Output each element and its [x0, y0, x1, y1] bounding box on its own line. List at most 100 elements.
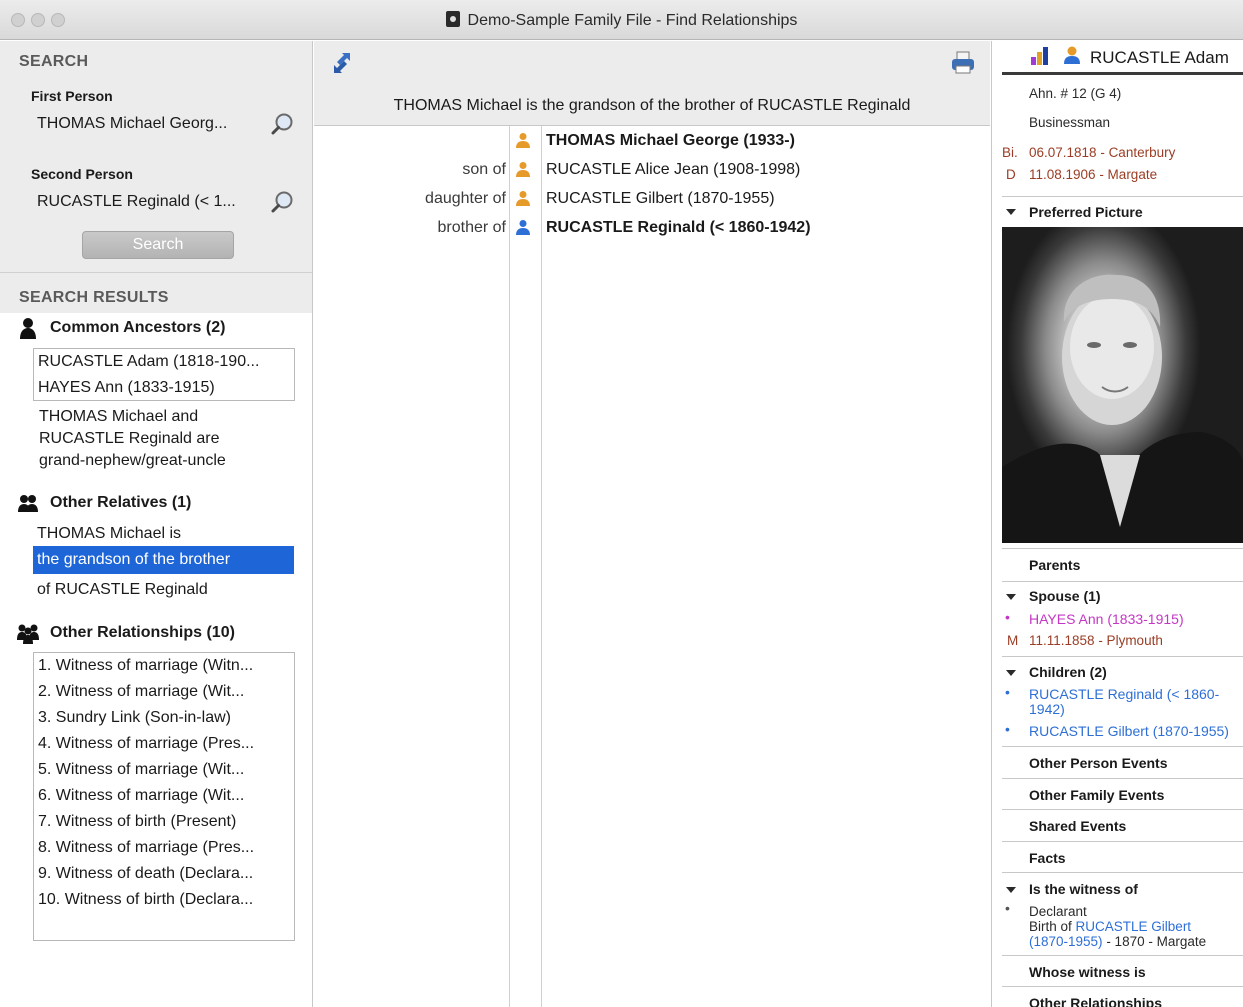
other-relationships-section[interactable]: Other Relationships — [1002, 986, 1243, 1007]
list-item[interactable]: 6. Witness of marriage (Wit... — [34, 783, 294, 809]
chain-person-name[interactable]: RUCASTLE Reginald (< 1860-1942) — [546, 213, 811, 242]
relationship-summary: THOMAS Michael is the grandson of the br… — [314, 85, 990, 126]
column-divider — [541, 126, 542, 1007]
preferred-picture-header[interactable]: Preferred Picture — [1002, 196, 1243, 227]
list-item[interactable]: HAYES Ann (1833-1915) — [34, 375, 294, 401]
window-title: Demo-Sample Family File - Find Relations… — [467, 12, 798, 29]
witness-role: Declarant — [1029, 904, 1087, 919]
window-title-area: Demo-Sample Family File - Find Relations… — [0, 11, 1243, 30]
document-icon — [445, 11, 460, 27]
death-event[interactable]: 11.08.1906 - Margate — [1029, 167, 1157, 182]
relation-label: daughter of — [425, 190, 506, 207]
disclosure-triangle-icon — [1006, 594, 1016, 600]
search-section: SEARCH First Person THOMAS Michael Georg… — [0, 41, 312, 273]
portrait-image — [1002, 274, 1243, 543]
group-people-icon — [17, 624, 39, 644]
selected-relation[interactable]: the grandson of the brother — [33, 546, 294, 574]
list-item[interactable]: 8. Witness of marriage (Pres... — [34, 835, 294, 861]
chain-person-name[interactable]: RUCASTLE Gilbert (1870-1955) — [546, 184, 775, 213]
birth-event[interactable]: 06.07.1818 - Canterbury — [1029, 145, 1175, 160]
list-item[interactable]: 4. Witness of marriage (Pres... — [34, 731, 294, 757]
other-family-events-section[interactable]: Other Family Events — [1002, 778, 1243, 809]
other-relatives-line: THOMAS Michael is — [37, 525, 182, 542]
disclosure-triangle-icon — [1006, 887, 1016, 893]
occupation: Businessman — [1029, 115, 1111, 130]
second-person-lookup-icon[interactable] — [270, 189, 296, 215]
bullet: • — [1005, 900, 1010, 916]
column-divider — [509, 126, 510, 1007]
birth-prefix: Bi. — [1002, 145, 1018, 160]
middle-toolbar — [314, 41, 990, 85]
other-relationships-list: 1. Witness of marriage (Witn... 2. Witne… — [33, 652, 295, 941]
chart-bars-icon[interactable] — [1030, 46, 1052, 66]
first-person-lookup-icon[interactable] — [270, 111, 296, 137]
witness-of-section-header[interactable]: Is the witness of — [1002, 872, 1243, 897]
parents-section[interactable]: Parents — [1002, 548, 1243, 580]
second-person-field[interactable]: RUCASTLE Reginald (< 1... — [37, 193, 236, 211]
two-people-icon — [18, 495, 38, 512]
bullet: • — [1005, 684, 1010, 700]
person-name: RUCASTLE Adam — [1090, 48, 1229, 67]
title-bar: Demo-Sample Family File - Find Relations… — [0, 0, 1243, 40]
facts-section[interactable]: Facts — [1002, 841, 1243, 872]
relation-label: brother of — [437, 219, 506, 236]
person-icon — [516, 133, 530, 148]
section-title: Is the witness of — [1029, 881, 1138, 897]
section-title: Preferred Picture — [1029, 204, 1143, 220]
search-button[interactable]: Search — [82, 231, 234, 259]
marriage-event[interactable]: 11.11.1858 - Plymouth — [1029, 633, 1163, 648]
other-relationships-title: Other Relationships (10) — [50, 624, 235, 641]
witness-person-link[interactable]: RUCASTLE Gilbert — [1076, 919, 1192, 934]
other-relatives-header[interactable]: Other Relatives (1) — [16, 492, 191, 514]
witness-event-type: Birth of — [1029, 919, 1076, 934]
other-relationships-header[interactable]: Other Relationships (10) — [16, 622, 235, 644]
chain-row[interactable]: son of RUCASTLE Alice Jean (1908-1998) — [314, 155, 990, 184]
chain-row[interactable]: daughter of RUCASTLE Gilbert (1870-1955) — [314, 184, 990, 213]
person-header: RUCASTLE Adam — [1002, 41, 1243, 75]
bullet: • — [1005, 609, 1010, 625]
summary-line: THOMAS Michael and — [39, 408, 199, 425]
witness-person-dates-link[interactable]: (1870-1955) — [1029, 934, 1103, 949]
section-title: Spouse (1) — [1029, 588, 1101, 604]
list-item[interactable]: 2. Witness of marriage (Wit... — [34, 679, 294, 705]
relation-label: son of — [462, 161, 506, 178]
second-person-label: Second Person — [31, 166, 133, 182]
person-details-panel: RUCASTLE Adam Ahn. # 12 (G 4) Businessma… — [991, 41, 1243, 1007]
list-item[interactable]: RUCASTLE Adam (1818-190... — [34, 349, 294, 375]
list-item[interactable]: 7. Witness of birth (Present) — [34, 809, 294, 835]
person-male-icon — [1064, 46, 1080, 64]
list-item[interactable]: 5. Witness of marriage (Wit... — [34, 757, 294, 783]
shared-events-section[interactable]: Shared Events — [1002, 809, 1243, 840]
chain-person-name[interactable]: THOMAS Michael George (1933-) — [546, 126, 795, 155]
list-item[interactable]: 1. Witness of marriage (Witn... — [34, 653, 294, 679]
child-name-line: 1942) — [1029, 701, 1065, 717]
list-item[interactable]: 9. Witness of death (Declara... — [34, 861, 294, 887]
other-person-events-section[interactable]: Other Person Events — [1002, 746, 1243, 777]
search-results-header: SEARCH RESULTS — [0, 273, 312, 313]
common-ancestors-header[interactable]: Common Ancestors (2) — [16, 317, 225, 339]
section-title: Children (2) — [1029, 664, 1107, 680]
child-link[interactable]: RUCASTLE Gilbert (1870-1955) — [1029, 724, 1229, 739]
chain-row[interactable]: brother of RUCASTLE Reginald (< 1860-1942… — [314, 213, 990, 242]
children-section-header[interactable]: Children (2) — [1002, 656, 1243, 680]
first-person-field[interactable]: THOMAS Michael Georg... — [37, 115, 227, 133]
spouse-section-header[interactable]: Spouse (1) — [1002, 581, 1243, 604]
witness-entry: Declarant Birth of RUCASTLE Gilbert (187… — [1029, 904, 1241, 949]
chain-person-name[interactable]: RUCASTLE Alice Jean (1908-1998) — [546, 155, 800, 184]
person-icon — [516, 191, 530, 206]
swap-persons-icon[interactable] — [328, 49, 356, 77]
whose-witness-section[interactable]: Whose witness is — [1002, 955, 1243, 986]
print-icon[interactable] — [950, 50, 976, 76]
child-link[interactable]: RUCASTLE Reginald (< 1860- 1942) — [1029, 687, 1219, 717]
preferred-picture-photo[interactable] — [1002, 227, 1243, 543]
bullet: • — [1005, 721, 1010, 737]
spouse-link[interactable]: HAYES Ann (1833-1915) — [1029, 612, 1184, 627]
summary-line: grand-nephew/great-uncle — [39, 452, 226, 469]
list-item[interactable]: 3. Sundry Link (Son-in-law) — [34, 705, 294, 731]
child-name-line: RUCASTLE Reginald (< 1860- — [1029, 686, 1220, 702]
ahnentafel-number: Ahn. # 12 (G 4) — [1029, 86, 1122, 101]
chain-row[interactable]: THOMAS Michael George (1933-) — [314, 126, 990, 155]
summary-line: RUCASTLE Reginald are — [39, 430, 220, 447]
person-silhouette-icon — [20, 318, 36, 339]
list-item[interactable]: 10. Witness of birth (Declara... — [34, 887, 294, 913]
